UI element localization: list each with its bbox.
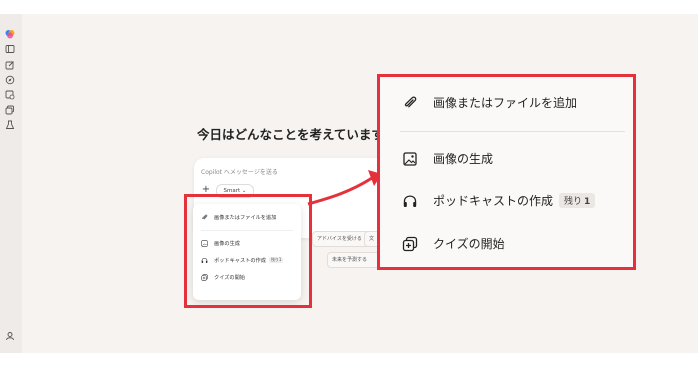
remaining-badge-text: 残り xyxy=(564,197,583,207)
menu-item-label: 画像またはファイルを追加 xyxy=(433,96,578,110)
menu-item-label: 画像の生成 xyxy=(433,152,494,166)
sidebar xyxy=(0,14,22,353)
images-icon[interactable] xyxy=(4,89,16,101)
menu-divider xyxy=(400,131,625,132)
discover-icon[interactable] xyxy=(4,74,16,86)
remaining-badge-count: 1 xyxy=(584,197,591,207)
paperclip-icon xyxy=(402,95,418,111)
copilot-app: 今日はどんなことを考えていますか? アドバイスを受ける 文 未来を予測する + … xyxy=(0,14,698,353)
menu-item-create-podcast[interactable]: ポッドキャストの作成 残り1 xyxy=(402,192,596,209)
menu-item-generate-image[interactable]: 画像の生成 xyxy=(402,150,493,167)
new-chat-icon[interactable] xyxy=(4,59,16,71)
menu-item-label: クイズの開始 xyxy=(433,237,505,251)
remaining-badge: 残り1 xyxy=(559,193,596,208)
quiz-icon xyxy=(402,236,418,252)
copilot-logo-icon[interactable] xyxy=(4,28,16,40)
headphones-icon xyxy=(402,193,418,209)
menu-item-start-quiz[interactable]: クイズの開始 xyxy=(402,235,505,252)
menu-item-label: ポッドキャストの作成 xyxy=(433,194,554,208)
labs-icon[interactable] xyxy=(4,119,16,131)
image-generate-icon xyxy=(402,151,418,167)
small-menu-highlight-box xyxy=(184,194,312,308)
greeting-heading: 今日はどんなことを考えていますか? xyxy=(197,127,404,142)
pages-icon[interactable] xyxy=(4,104,16,116)
menu-item-add-file[interactable]: 画像またはファイルを追加 xyxy=(402,94,577,111)
account-icon[interactable] xyxy=(4,330,16,342)
sidebar-toggle-icon[interactable] xyxy=(4,43,16,55)
attach-menu-zoomed: 画像またはファイルを追加 画像の生成 ポッドキャストの作成 残り 1 クイズの開始 xyxy=(377,74,636,270)
